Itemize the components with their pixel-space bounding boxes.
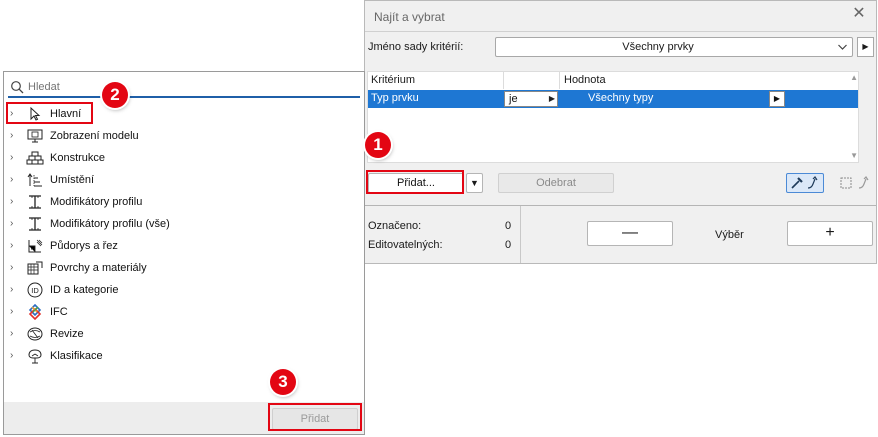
surface-material-icon <box>27 261 43 275</box>
tree-item-umisteni[interactable]: › Umístění <box>10 170 350 190</box>
tree-item-povrchy-a-materialy[interactable]: › Povrchy a materiály <box>10 258 350 278</box>
tree-item-zobrazeni-modelu[interactable]: › Zobrazení modelu <box>10 126 350 146</box>
tree-item-label: Klasifikace <box>50 350 103 362</box>
tree-item-label: Revize <box>50 328 84 340</box>
chevron-right-icon: › <box>10 350 14 361</box>
revision-icon <box>27 327 43 341</box>
svg-text:ID: ID <box>31 286 39 295</box>
tree-item-label: ID a kategorie <box>50 284 119 296</box>
search-icon <box>11 81 24 94</box>
criteria-set-label: Jméno sady kritérií: <box>368 41 464 53</box>
eyedropper-tool-button[interactable] <box>786 173 824 193</box>
row-operator-value: je <box>509 93 518 105</box>
chevron-right-icon: › <box>10 284 14 295</box>
triangle-right-icon: ▶ <box>862 42 869 51</box>
ifc-logo-icon <box>28 304 42 320</box>
tree-item-modifikatory-profilu[interactable]: › Modifikátory profilu <box>10 192 350 212</box>
callout-2: 2 <box>102 82 128 108</box>
tree-item-label: IFC <box>50 306 68 318</box>
row-operator-dropdown[interactable]: je ▶ <box>504 91 558 107</box>
section-divider-vertical <box>520 206 521 263</box>
triangle-right-icon: ▶ <box>548 94 555 103</box>
search-input[interactable] <box>28 80 348 94</box>
tree-item-label: Půdorys a řez <box>50 240 118 252</box>
table-row[interactable]: Typ prvku je ▶ Všechny typy ▶ <box>368 90 858 108</box>
selected-count-value: 0 <box>505 220 512 232</box>
chevron-right-icon: › <box>10 240 14 251</box>
close-icon[interactable]: ✕ <box>850 5 868 23</box>
tree-item-label: Zobrazení modelu <box>50 130 139 142</box>
header-divider <box>559 72 560 89</box>
header-divider <box>503 72 504 89</box>
editable-count-label: Editovatelných: <box>368 239 443 251</box>
chevron-right-icon: › <box>10 174 14 185</box>
i-beam-icon <box>29 217 41 231</box>
tree-item-label: Povrchy a materiály <box>50 262 147 274</box>
chevron-right-icon: › <box>10 218 14 229</box>
header-value: Hodnota <box>564 74 606 86</box>
callout-1: 1 <box>365 132 391 158</box>
chevron-down-icon: ▼ <box>470 178 479 188</box>
tree-item-label: Modifikátory profilu (vše) <box>50 218 170 230</box>
tree-item-klasifikace[interactable]: › Klasifikace <box>10 346 350 366</box>
elevation-arrow-icon <box>27 173 42 187</box>
criteria-set-value: Všechny prvky <box>622 41 694 53</box>
row-criterion: Typ prvku <box>371 92 419 104</box>
marquee-select-icon <box>840 176 869 189</box>
add-criterion-dropdown[interactable]: ▼ <box>466 173 483 193</box>
tree-item-ifc[interactable]: › IFC <box>10 302 350 322</box>
editable-count-value: 0 <box>505 239 512 251</box>
dialog-title: Najít a vybrat <box>374 10 445 24</box>
section-divider <box>365 205 876 206</box>
highlight-add-button <box>268 403 362 431</box>
criteria-set-dropdown[interactable]: Všechny prvky <box>495 37 853 57</box>
floor-plan-icon <box>28 239 43 253</box>
chevron-right-icon: › <box>10 152 14 163</box>
search-box <box>8 78 360 98</box>
marquee-tool-button[interactable] <box>837 173 875 193</box>
i-beam-icon <box>29 195 41 209</box>
selected-count-label: Označeno: <box>368 220 422 232</box>
tree-item-label: Konstrukce <box>50 152 106 164</box>
tree-item-pudorys-a-rez[interactable]: › Půdorys a řez <box>10 236 350 256</box>
tree-item-modifikatory-profilu-vse[interactable]: › Modifikátory profilu (vše) <box>10 214 350 234</box>
tree-item-revize[interactable]: › Revize <box>10 324 350 344</box>
select-button[interactable]: + <box>787 221 873 246</box>
remove-criterion-button[interactable]: Odebrat <box>498 173 614 193</box>
selection-label: Výběr <box>715 229 744 241</box>
find-select-dialog: Najít a vybrat ✕ Jméno sady kritérií: Vš… <box>364 0 877 264</box>
chevron-right-icon: › <box>10 328 14 339</box>
monitor-icon <box>27 129 43 143</box>
callout-3: 3 <box>270 369 296 395</box>
scroll-up-icon[interactable]: ▲ <box>850 73 858 82</box>
chevron-right-icon: › <box>10 130 14 141</box>
add-criteria-popup: › Hlavní › Zobrazení modelu › Konstrukce… <box>3 71 365 435</box>
id-circle-icon: ID <box>27 282 43 298</box>
scroll-down-icon[interactable]: ▼ <box>850 151 858 160</box>
chevron-down-icon <box>837 40 848 57</box>
tree-item-label: Modifikátory profilu <box>50 196 143 208</box>
highlight-main-item <box>6 102 93 124</box>
highlight-add-criterion <box>366 170 464 194</box>
row-value: Všechny typy <box>588 92 654 104</box>
chevron-right-icon: › <box>10 196 14 207</box>
title-divider <box>365 31 876 32</box>
row-value-menu-button[interactable]: ▶ <box>769 91 785 107</box>
classification-tree-icon <box>28 349 42 364</box>
triangle-right-icon: ▶ <box>773 94 781 103</box>
header-criterion: Kritérium <box>371 74 416 86</box>
chevron-right-icon: › <box>10 306 14 317</box>
brick-wall-icon <box>26 151 44 165</box>
criteria-set-menu-button[interactable]: ▶ <box>857 37 874 57</box>
tree-item-label: Umístění <box>50 174 95 186</box>
eyedropper-icon <box>791 176 818 189</box>
criteria-table: Kritérium Hodnota Typ prvku je ▶ Všechny… <box>367 71 859 163</box>
tree-item-id-a-kategorie[interactable]: › ID ID a kategorie <box>10 280 350 300</box>
deselect-button[interactable]: — <box>587 221 673 246</box>
tree-item-konstrukce[interactable]: › Konstrukce <box>10 148 350 168</box>
chevron-right-icon: › <box>10 262 14 273</box>
